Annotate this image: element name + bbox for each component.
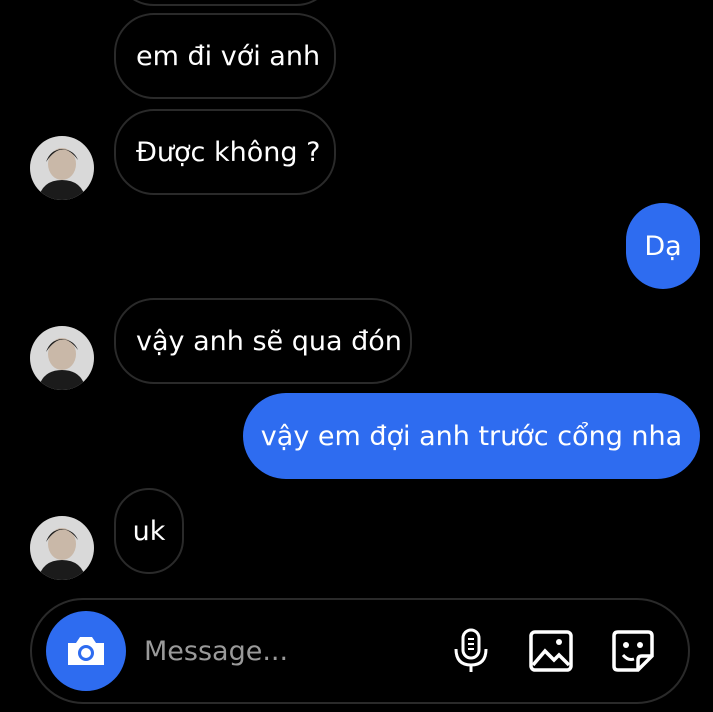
message-text: vậy em đợi anh trước cổng nha bbox=[260, 420, 683, 452]
message-text: uk bbox=[132, 515, 166, 547]
contact-avatar[interactable] bbox=[30, 326, 94, 390]
message-text: em đi với anh bbox=[136, 40, 321, 72]
message-bubble-incoming[interactable]: em đi với anh bbox=[114, 13, 336, 99]
sticker-icon bbox=[612, 630, 654, 672]
gallery-icon bbox=[529, 630, 573, 672]
microphone-icon bbox=[454, 628, 488, 672]
avatar-photo bbox=[30, 136, 94, 200]
message-input[interactable] bbox=[142, 628, 436, 674]
message-bubble-partial bbox=[114, 0, 336, 6]
avatar-photo bbox=[30, 516, 94, 580]
avatar-photo bbox=[30, 326, 94, 390]
message-text: Được không ? bbox=[136, 136, 321, 168]
message-composer bbox=[30, 598, 690, 704]
gallery-button[interactable] bbox=[526, 626, 576, 676]
message-bubble-incoming[interactable]: uk bbox=[114, 488, 184, 574]
camera-icon bbox=[68, 637, 104, 665]
camera-button[interactable] bbox=[46, 611, 126, 691]
sticker-button[interactable] bbox=[608, 626, 658, 676]
contact-avatar[interactable] bbox=[30, 136, 94, 200]
message-bubble-incoming[interactable]: Được không ? bbox=[114, 109, 336, 195]
contact-avatar[interactable] bbox=[30, 516, 94, 580]
message-bubble-outgoing[interactable]: Dạ bbox=[626, 203, 700, 289]
message-bubble-outgoing[interactable]: vậy em đợi anh trước cổng nha bbox=[243, 393, 700, 479]
message-text: Dạ bbox=[644, 230, 682, 262]
microphone-button[interactable] bbox=[446, 626, 496, 676]
message-bubble-incoming[interactable]: vậy anh sẽ qua đón bbox=[114, 298, 412, 384]
message-text: vậy anh sẽ qua đón bbox=[136, 325, 402, 357]
